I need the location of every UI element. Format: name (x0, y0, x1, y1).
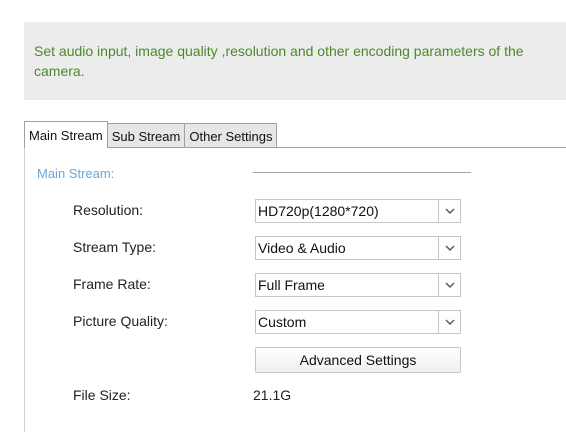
chevron-down-icon[interactable] (438, 200, 460, 222)
advanced-settings-button[interactable]: Advanced Settings (255, 347, 461, 373)
stream-tabs: Main Stream Sub Stream Other Settings (24, 121, 278, 148)
frame-rate-select[interactable]: Full Frame (255, 273, 461, 297)
file-size-label: File Size: (73, 387, 131, 403)
picture-quality-select[interactable]: Custom (255, 310, 461, 334)
frame-rate-label: Frame Rate: (73, 276, 151, 292)
stream-type-value: Video & Audio (258, 240, 346, 256)
resolution-label: Resolution: (73, 202, 144, 218)
chevron-down-icon[interactable] (438, 311, 460, 333)
main-stream-panel: Main Stream: Resolution: HD720p(1280*720… (24, 147, 566, 432)
stream-type-label: Stream Type: (73, 239, 157, 255)
chevron-down-icon[interactable] (438, 274, 460, 296)
file-size-value: 21.1G (253, 387, 292, 403)
resolution-value: HD720p(1280*720) (258, 203, 379, 219)
resolution-select[interactable]: HD720p(1280*720) (255, 199, 461, 223)
chevron-down-icon[interactable] (438, 237, 460, 259)
info-banner: Set audio input, image quality ,resoluti… (24, 22, 566, 100)
frame-rate-value: Full Frame (258, 277, 325, 293)
tab-other-settings[interactable]: Other Settings (184, 123, 278, 148)
picture-quality-label: Picture Quality: (73, 313, 168, 329)
stream-type-select[interactable]: Video & Audio (255, 236, 461, 260)
section-title: Main Stream: (37, 166, 115, 181)
section-divider (253, 172, 471, 173)
picture-quality-value: Custom (258, 314, 307, 330)
info-text: Set audio input, image quality ,resoluti… (34, 43, 524, 79)
tab-sub-stream[interactable]: Sub Stream (106, 123, 186, 148)
tab-main-stream[interactable]: Main Stream (24, 121, 108, 148)
